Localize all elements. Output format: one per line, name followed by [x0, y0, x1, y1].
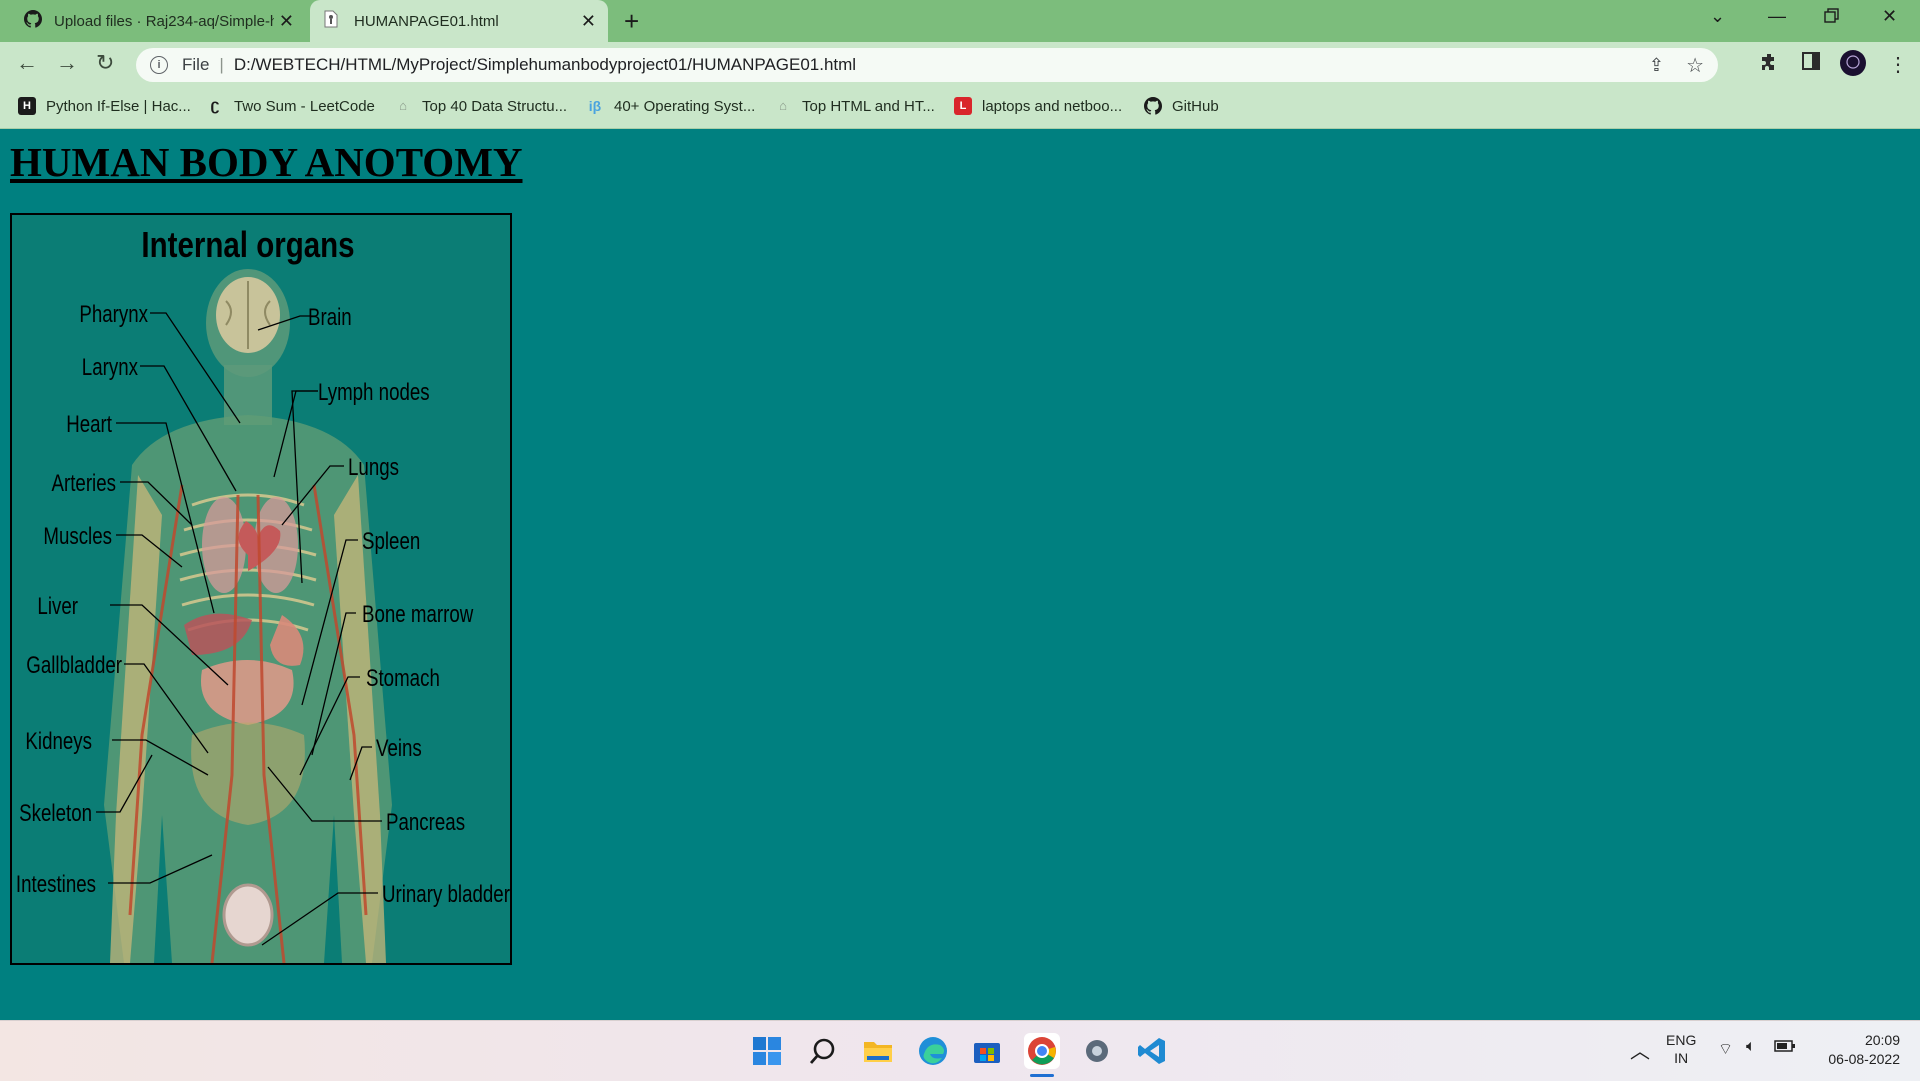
label-intestines: Intestines	[16, 871, 96, 898]
chrome-icon[interactable]	[1024, 1033, 1060, 1069]
clock[interactable]: 20:09 06-08-2022	[1814, 1031, 1900, 1069]
forward-icon[interactable]: →	[56, 50, 78, 76]
store-icon[interactable]	[969, 1033, 1005, 1069]
bookmark-label: GitHub	[1172, 97, 1219, 115]
github-icon	[1144, 97, 1163, 115]
label-larynx: Larynx	[82, 354, 138, 381]
share-icon[interactable]: ⇪	[1649, 55, 1664, 76]
bookmark-item[interactable]: L laptops and netboo...	[954, 97, 1122, 115]
label-gallbladder: Gallbladder	[26, 652, 122, 679]
search-icon[interactable]	[805, 1033, 841, 1069]
address-separator: |	[219, 55, 224, 74]
close-tab-icon[interactable]: ✕	[279, 11, 294, 32]
vscode-icon[interactable]	[1134, 1033, 1170, 1069]
tab-label: HUMANPAGE01.html	[354, 12, 499, 30]
label-pharynx: Pharynx	[79, 301, 148, 328]
label-veins: Veins	[376, 735, 422, 762]
battery-icon[interactable]	[1774, 1039, 1796, 1056]
bookmark-label: Top HTML and HT...	[802, 97, 935, 115]
label-urinary-bladder: Urinary bladder	[382, 881, 510, 908]
github-icon	[24, 10, 43, 32]
anatomy-image: Internal organs Pharynx Larynx Heart Art…	[10, 213, 512, 965]
tab-label: Upload files · Raj234-aq/Simple-h	[54, 12, 274, 30]
figure-title: Internal organs	[141, 224, 354, 264]
side-panel-icon[interactable]	[1802, 52, 1820, 76]
region-label: IN	[1674, 1050, 1689, 1066]
site-icon: ⌂	[399, 98, 407, 113]
label-bone-marrow: Bone marrow	[362, 601, 474, 628]
tray-overflow-icon[interactable]: ︿	[1630, 1035, 1650, 1064]
page-heading: HUMAN BODY ANOTOMY	[10, 139, 523, 185]
chrome-active-indicator	[1030, 1074, 1054, 1077]
label-kidneys: Kidneys	[25, 728, 92, 755]
label-brain: Brain	[308, 304, 352, 331]
bookmark-label: Two Sum - LeetCode	[234, 97, 375, 115]
clock-time: 20:09	[1864, 1032, 1900, 1048]
label-stomach: Stomach	[366, 665, 440, 692]
label-liver: Liver	[37, 593, 78, 620]
close-window-icon[interactable]: ✕	[1882, 6, 1897, 27]
more-menu-icon[interactable]: ⋮	[1888, 52, 1908, 77]
clock-date: 06-08-2022	[1828, 1051, 1900, 1067]
bookmark-item[interactable]: ʗ Two Sum - LeetCode	[206, 97, 375, 115]
browser-toolbar: ← → ↻ i File | D:/WEBTECH/HTML/MyProject…	[0, 42, 1920, 88]
label-lymph-nodes: Lymph nodes	[318, 379, 430, 406]
scheme-label: File	[182, 55, 210, 74]
label-arteries: Arteries	[52, 470, 116, 497]
tab-upload-files[interactable]: Upload files · Raj234-aq/Simple-h ✕	[14, 0, 306, 42]
bookmark-star-icon[interactable]: ☆	[1686, 53, 1704, 78]
bookmark-item[interactable]: H Python If-Else | Hac...	[18, 97, 191, 115]
bookmark-label: Python If-Else | Hac...	[46, 97, 191, 115]
extensions-icon[interactable]	[1760, 52, 1780, 78]
site-info-icon[interactable]: i	[150, 56, 168, 74]
restore-icon[interactable]	[1824, 8, 1840, 29]
label-spleen: Spleen	[362, 528, 420, 555]
new-tab-button[interactable]: +	[624, 6, 639, 37]
label-muscles: Muscles	[43, 523, 112, 550]
url-text[interactable]: D:/WEBTECH/HTML/MyProject/Simplehumanbod…	[234, 55, 856, 75]
bookmark-label: laptops and netboo...	[982, 97, 1123, 115]
tab-humanpage[interactable]: HUMANPAGE01.html ✕	[310, 0, 608, 42]
hackerrank-icon: H	[18, 97, 36, 115]
label-heart: Heart	[66, 411, 112, 438]
label-pancreas: Pancreas	[386, 809, 465, 836]
body-silhouette	[104, 269, 392, 963]
file-explorer-icon[interactable]	[860, 1033, 896, 1069]
bookmarks-bar: H Python If-Else | Hac... ʗ Two Sum - Le…	[0, 88, 1920, 129]
site-icon: ⌂	[779, 98, 787, 113]
bookmark-item[interactable]: ⌂ Top 40 Data Structu...	[394, 97, 567, 115]
anatomy-illustration: Internal organs Pharynx Larynx Heart Art…	[16, 224, 510, 963]
settings-icon[interactable]	[1079, 1033, 1115, 1069]
file-icon	[324, 10, 338, 32]
address-bar[interactable]: i File | D:/WEBTECH/HTML/MyProject/Simpl…	[136, 48, 1718, 82]
bookmark-item[interactable]: iβ 40+ Operating Syst...	[586, 97, 756, 115]
label-skeleton: Skeleton	[19, 800, 92, 827]
bookmark-label: Top 40 Data Structu...	[422, 97, 568, 115]
edge-icon[interactable]	[915, 1033, 951, 1069]
wifi-icon[interactable]: ⌔	[1718, 1039, 1733, 1059]
windows-start-icon[interactable]	[749, 1033, 785, 1069]
urinary-bladder-shape	[222, 883, 274, 947]
bookmark-item[interactable]: ⌂ Top HTML and HT...	[774, 97, 935, 115]
windows-taskbar: ︿ ENG IN ⌔ 🔈︎ 20:09 06-08-2022	[0, 1020, 1920, 1081]
minimize-icon[interactable]: —	[1768, 6, 1786, 27]
l-icon: L	[954, 97, 972, 115]
back-icon[interactable]: ←	[16, 50, 38, 76]
language-indicator[interactable]: ENG IN	[1666, 1031, 1696, 1067]
leetcode-icon: ʗ	[210, 97, 220, 114]
close-tab-icon[interactable]: ✕	[581, 11, 596, 32]
tab-search-icon[interactable]: ⌄	[1710, 6, 1725, 27]
volume-icon[interactable]: 🔈︎	[1746, 1038, 1756, 1056]
bookmark-item[interactable]: GitHub	[1144, 97, 1219, 115]
interviewbit-icon: iβ	[588, 98, 602, 114]
avatar[interactable]	[1840, 50, 1866, 82]
label-lungs: Lungs	[348, 454, 399, 481]
tab-strip: Upload files · Raj234-aq/Simple-h ✕ HUMA…	[0, 0, 1920, 42]
reload-icon[interactable]: ↻	[96, 50, 114, 76]
bookmark-label: 40+ Operating Syst...	[614, 97, 756, 115]
language-label: ENG	[1666, 1032, 1697, 1048]
